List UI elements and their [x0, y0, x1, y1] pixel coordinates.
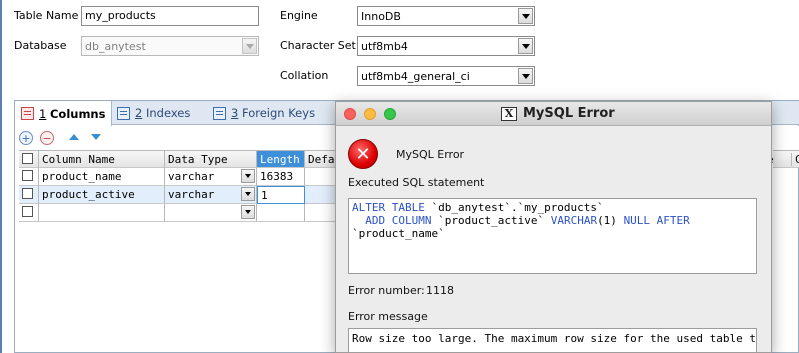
row-checkbox-cell[interactable] [19, 168, 39, 186]
executed-statement-label: Executed SQL statement [348, 176, 485, 189]
cell-data-type[interactable]: varchar [165, 168, 257, 186]
collation-label: Collation [280, 69, 329, 82]
add-column-button[interactable]: + [19, 131, 33, 145]
chevron-down-icon [245, 210, 251, 214]
cell-data-type[interactable]: varchar [165, 186, 257, 204]
data-type-dropdown-button[interactable] [241, 169, 255, 183]
mysql-error-dialog: X MySQL Error ✕ MySQL Error Executed SQL… [335, 101, 772, 353]
collation-dropdown-button[interactable] [518, 68, 533, 84]
error-message-box[interactable]: Row size too large. The maximum row size… [348, 328, 757, 352]
chevron-down-icon [245, 43, 254, 49]
tab-foreign-keys-label: 3 Foreign Keys [231, 106, 316, 120]
header-length[interactable]: Length [257, 150, 305, 168]
header-right-fragment: e C [767, 150, 799, 168]
database-value: db_anytest [85, 40, 146, 53]
minimize-window-button[interactable] [364, 108, 376, 120]
tab-foreign-keys[interactable]: 3 Foreign Keys [207, 101, 321, 125]
header-column-name[interactable]: Column Name [39, 150, 165, 168]
database-dropdown-button [242, 38, 257, 54]
cell-data-type-value: varchar [168, 170, 215, 183]
tab-indexes[interactable]: 2 Indexes [111, 101, 196, 125]
cell-data-type-value: varchar [168, 188, 215, 201]
engine-value: InnoDB [361, 10, 401, 23]
cell-length-editor[interactable]: 1 [257, 186, 305, 204]
dialog-title-bar[interactable]: X MySQL Error [336, 102, 771, 126]
columns-icon [21, 107, 34, 120]
cell-default[interactable] [305, 204, 339, 222]
row-checkbox-cell[interactable] [19, 186, 39, 204]
dialog-title-text: MySQL Error [523, 106, 615, 121]
select-all-checkbox[interactable] [22, 153, 33, 164]
tab-columns-label: 1 Columns [39, 106, 106, 121]
header-fragment-c: C [791, 153, 799, 166]
chevron-down-icon [521, 13, 530, 19]
chevron-down-icon [245, 192, 251, 196]
data-type-dropdown-button[interactable] [241, 205, 255, 219]
select-all-header[interactable] [19, 150, 39, 168]
dialog-title: X MySQL Error [501, 106, 615, 121]
engine-dropdown-button[interactable] [518, 8, 533, 24]
header-default[interactable]: Defa [305, 150, 339, 168]
dialog-heading: MySQL Error [396, 148, 465, 161]
cell-length[interactable] [257, 204, 305, 222]
header-data-type[interactable]: Data Type [165, 150, 257, 168]
engine-label: Engine [280, 9, 318, 22]
collation-value: utf8mb4_general_ci [361, 70, 470, 83]
foreign-keys-icon [213, 106, 226, 120]
window-left-border [0, 0, 2, 353]
cell-data-type[interactable] [165, 204, 257, 222]
database-select: db_anytest [81, 36, 259, 56]
remove-column-button[interactable]: − [40, 131, 54, 145]
chevron-down-icon [521, 43, 530, 49]
row-checkbox-cell[interactable] [19, 204, 39, 222]
collation-select[interactable]: utf8mb4_general_ci [357, 66, 535, 86]
cell-default[interactable] [305, 186, 339, 204]
cell-column-name[interactable]: product_name [39, 168, 165, 186]
move-up-button[interactable] [69, 134, 79, 140]
tab-columns[interactable]: 1 Columns [15, 101, 113, 126]
charset-label: Character Set [280, 39, 356, 52]
sql-statement-box[interactable]: ALTER TABLE `db_anytest`.`my_products` A… [348, 198, 757, 274]
table-name-label: Table Name [14, 9, 79, 22]
engine-select[interactable]: InnoDB [357, 6, 535, 26]
close-window-button[interactable] [344, 108, 356, 120]
charset-select[interactable]: utf8mb4 [357, 36, 535, 56]
tab-indexes-label: 2 Indexes [135, 106, 191, 120]
chevron-down-icon [521, 73, 530, 79]
error-number-value: 1118 [426, 284, 454, 297]
cell-column-name[interactable]: product_active [39, 186, 165, 204]
chevron-down-icon [245, 174, 251, 178]
table-name-input[interactable]: my_products [81, 6, 259, 26]
indexes-icon [117, 106, 130, 120]
error-number-label: Error number: [348, 284, 425, 297]
row-checkbox[interactable] [22, 170, 33, 181]
cell-column-name[interactable] [39, 204, 165, 222]
row-checkbox[interactable] [22, 206, 33, 217]
charset-value: utf8mb4 [361, 40, 408, 53]
maximize-window-button[interactable] [384, 108, 396, 120]
cell-default[interactable] [305, 168, 339, 186]
x11-app-icon: X [501, 106, 517, 121]
data-type-dropdown-button[interactable] [241, 187, 255, 201]
error-icon: ✕ [348, 139, 378, 169]
database-label: Database [14, 39, 67, 52]
row-checkbox[interactable] [22, 188, 33, 199]
move-down-button[interactable] [91, 134, 101, 140]
cell-length[interactable]: 16383 [257, 168, 305, 186]
error-message-label: Error message [348, 310, 428, 323]
charset-dropdown-button[interactable] [518, 38, 533, 54]
